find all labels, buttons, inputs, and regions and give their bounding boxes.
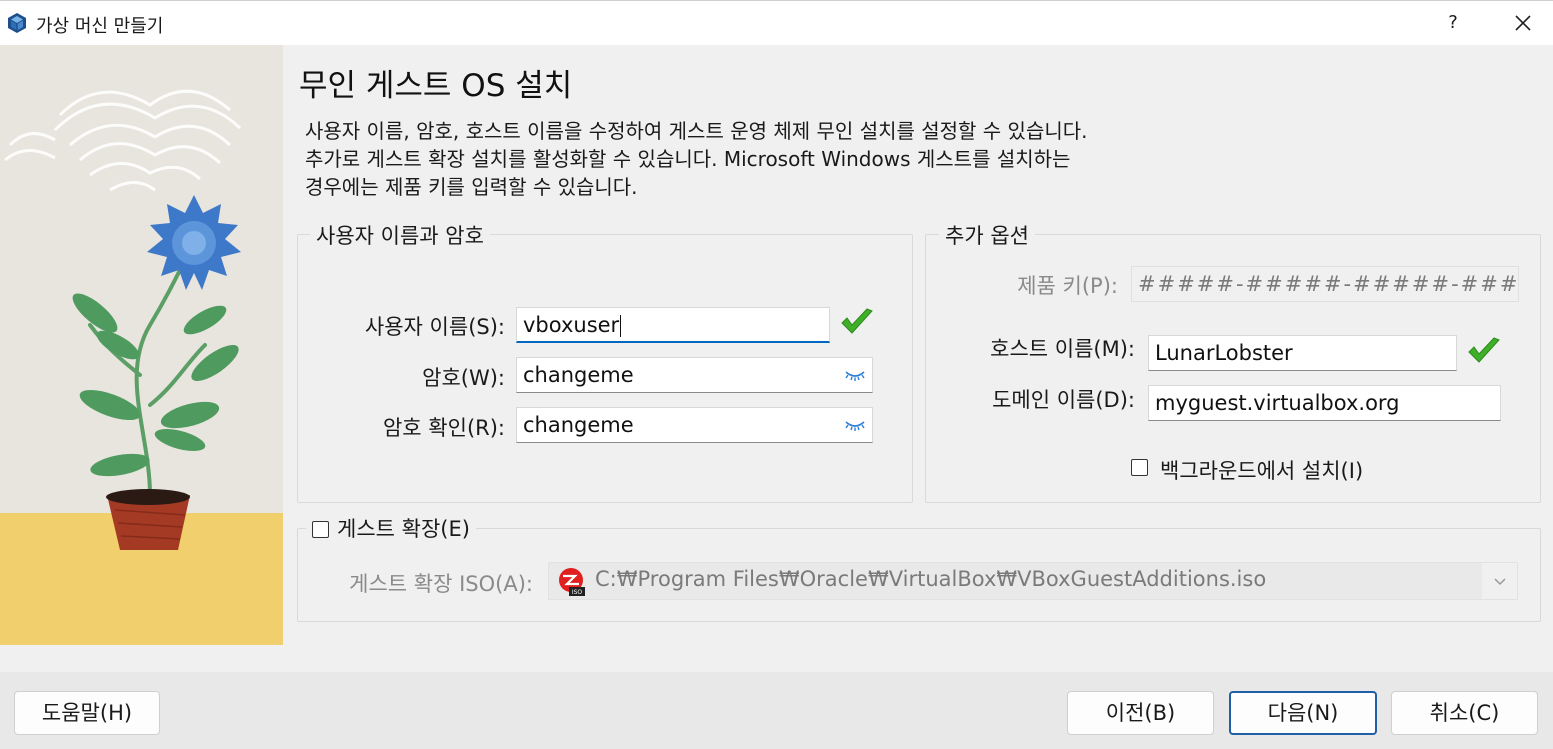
- password-value: changeme: [523, 363, 634, 387]
- description-line: 추가로 게스트 확장 설치를 활성화할 수 있습니다. Microsoft Wi…: [305, 147, 1071, 171]
- confirm-password-input[interactable]: changeme: [516, 407, 873, 443]
- password-label: 암호(W):: [422, 366, 505, 390]
- username-value: vboxuser: [523, 313, 620, 337]
- close-icon: [1515, 15, 1531, 31]
- guest-additions-iso-select[interactable]: ISO C:₩Program Files₩Oracle₩VirtualBox₩V…: [548, 562, 1518, 600]
- credentials-group-title: 사용자 이름과 암호: [310, 220, 490, 250]
- window-title: 가상 머신 만들기: [36, 16, 164, 37]
- description-line: 경우에는 제품 키를 입력할 수 있습니다.: [305, 175, 638, 199]
- title-bar: 가상 머신 만들기 ?: [0, 0, 1553, 45]
- text-caret: [620, 315, 622, 337]
- hostname-input[interactable]: LunarLobster: [1148, 335, 1457, 371]
- valid-check-icon: [1468, 337, 1500, 363]
- back-button[interactable]: 이전(B): [1067, 691, 1214, 735]
- close-button[interactable]: [1508, 9, 1538, 37]
- help-title-button[interactable]: ?: [1440, 9, 1466, 37]
- guest-additions-group-title: 게스트 확장(E): [306, 513, 476, 543]
- page-title: 무인 게스트 OS 설치: [299, 68, 573, 104]
- background-install-label[interactable]: 백그라운드에서 설치(I): [1160, 455, 1363, 485]
- domain-label: 도메인 이름(D):: [992, 388, 1135, 412]
- page-description: 사용자 이름, 암호, 호스트 이름을 수정하여 게스트 운영 체제 무인 설치…: [305, 117, 1088, 201]
- button-bar: 도움말(H) 이전(B) 다음(N) 취소(C): [0, 672, 1553, 749]
- help-button[interactable]: 도움말(H): [14, 691, 160, 735]
- extra-options-group-title: 추가 옵션: [939, 220, 1035, 250]
- chevron-down-icon: [1494, 578, 1506, 586]
- show-password-icon[interactable]: [844, 367, 866, 383]
- cancel-button[interactable]: 취소(C): [1391, 691, 1538, 735]
- next-button[interactable]: 다음(N): [1229, 691, 1377, 735]
- show-password-icon[interactable]: [844, 417, 866, 433]
- confirm-password-label: 암호 확인(R):: [382, 416, 505, 440]
- description-line: 사용자 이름, 암호, 호스트 이름을 수정하여 게스트 운영 체제 무인 설치…: [305, 119, 1088, 143]
- wizard-illustration: [0, 45, 283, 645]
- confirm-password-value: changeme: [523, 413, 634, 437]
- guest-additions-label[interactable]: 게스트 확장(E): [337, 517, 470, 541]
- domain-input[interactable]: myguest.virtualbox.org: [1148, 385, 1501, 421]
- valid-check-icon: [841, 308, 873, 334]
- hostname-label: 호스트 이름(M):: [990, 337, 1135, 361]
- background-install-checkbox[interactable]: [1131, 459, 1148, 476]
- iso-path: C:₩Program Files₩Oracle₩VirtualBox₩VBoxG…: [595, 567, 1267, 591]
- virtualbox-icon: [8, 13, 26, 33]
- guest-additions-checkbox[interactable]: [312, 521, 329, 538]
- product-key-label: 제품 키(P):: [1017, 274, 1118, 298]
- product-key-input[interactable]: #####-#####-#####-####: [1131, 266, 1519, 302]
- optical-disc-icon: ISO: [559, 568, 585, 596]
- guest-additions-iso-label: 게스트 확장 ISO(A):: [349, 572, 533, 596]
- username-input[interactable]: vboxuser: [516, 307, 830, 343]
- username-label: 사용자 이름(S):: [364, 315, 505, 339]
- svg-text:ISO: ISO: [572, 589, 583, 596]
- password-input[interactable]: changeme: [516, 357, 873, 393]
